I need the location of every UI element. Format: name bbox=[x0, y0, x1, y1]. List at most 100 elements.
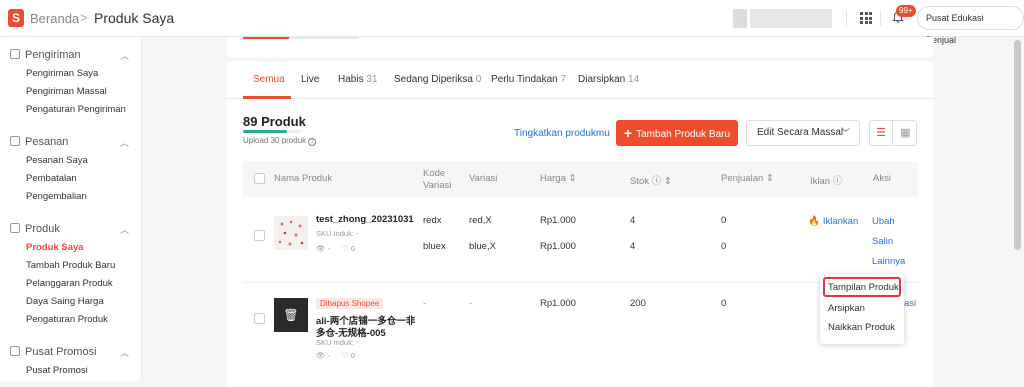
tab-live[interactable]: Live bbox=[301, 74, 319, 85]
chevron-up-icon[interactable]: ︿ bbox=[120, 49, 129, 62]
sort-icon: ⇕ bbox=[663, 176, 672, 187]
notification-badge: 99+ bbox=[896, 5, 916, 17]
chevron-up-icon[interactable]: ︿ bbox=[120, 223, 129, 236]
eye-icon: 👁 bbox=[316, 244, 326, 253]
header-harga[interactable]: Harga ⇕ bbox=[540, 173, 576, 184]
header-penjualan[interactable]: Penjualan ⇕ bbox=[721, 173, 774, 184]
sidebar-item-produk-saya[interactable]: Produk Saya bbox=[26, 242, 84, 253]
copy-link[interactable]: Salin bbox=[872, 236, 893, 247]
sidebar-section-pengiriman[interactable]: Pengiriman bbox=[10, 49, 81, 61]
variant-stock[interactable]: 4 bbox=[630, 215, 635, 226]
header-stok[interactable]: Stok ⓘ ⇕ bbox=[630, 173, 672, 187]
sidebar-item-pengaturan-pengiriman[interactable]: Pengaturan Pengiriman bbox=[26, 104, 126, 115]
seller-education-button[interactable]: Pusat Edukasi Penjual bbox=[917, 6, 1024, 45]
add-product-button[interactable]: + Tambah Produk Baru bbox=[616, 120, 738, 146]
header-nama-produk: Nama Produk bbox=[274, 173, 333, 184]
sidebar-item-pengaturan-produk[interactable]: Pengaturan Produk bbox=[26, 314, 108, 325]
product-thumbnail[interactable] bbox=[274, 216, 308, 250]
menu-item-naikkan-produk[interactable]: Naikkan Produk bbox=[828, 322, 895, 333]
tab-semua[interactable]: Semua bbox=[253, 74, 285, 85]
variant-sales: 0 bbox=[721, 215, 727, 226]
chevron-down-icon: ﹀ bbox=[840, 128, 850, 138]
sidebar-item-pesanan-saya[interactable]: Pesanan Saya bbox=[26, 155, 88, 166]
parent-sku: SKU Induk: - bbox=[316, 229, 359, 238]
product-name[interactable]: test_zhong_20231031 bbox=[316, 214, 414, 225]
trash-icon[interactable]: 🗑 bbox=[274, 298, 308, 332]
help-icon: ⓘ bbox=[651, 176, 662, 187]
views-stat: 👁 - bbox=[316, 244, 331, 253]
chevron-up-icon[interactable]: ︿ bbox=[120, 346, 129, 359]
breadcrumb-separator-icon: > bbox=[80, 10, 88, 25]
more-link[interactable]: Lainnya bbox=[872, 256, 905, 267]
previous-card bbox=[226, 37, 934, 57]
eye-icon: 👁 bbox=[316, 351, 326, 360]
header-variasi: Variasi bbox=[469, 173, 498, 184]
more-actions-menu: Tampilan Produk Arsipkan Naikkan Produk bbox=[820, 274, 904, 344]
apps-grid-icon[interactable] bbox=[860, 12, 872, 24]
row-divider bbox=[243, 282, 918, 283]
header-iklan: Iklan ⓘ bbox=[810, 176, 843, 187]
order-icon bbox=[10, 136, 20, 146]
variant-name: - bbox=[469, 298, 473, 309]
sidebar-item-tambah-produk-baru[interactable]: Tambah Produk Baru bbox=[26, 260, 115, 271]
upload-limit-text: Upload 30 produk? bbox=[243, 136, 317, 146]
chevron-up-icon[interactable]: ︿ bbox=[120, 136, 129, 149]
active-indicator bbox=[243, 37, 289, 39]
status-tabs: Semua Live Habis 31 Sedang Diperiksa 0 P… bbox=[226, 62, 934, 99]
variant-name: red,X bbox=[469, 215, 492, 226]
row-checkbox[interactable] bbox=[254, 230, 265, 241]
upload-progress-fill bbox=[243, 130, 287, 133]
shop-name-blurred[interactable] bbox=[750, 9, 832, 28]
bulk-edit-dropdown[interactable]: Edit Secara Massal ﹀ bbox=[746, 120, 860, 146]
variant-code: redx bbox=[423, 215, 442, 226]
tab-habis[interactable]: Habis 31 bbox=[338, 74, 377, 85]
sidebar-item-pengiriman-saya[interactable]: Pengiriman Saya bbox=[26, 68, 98, 79]
sort-icon: ⇕ bbox=[765, 173, 774, 184]
help-icon[interactable]: ? bbox=[308, 138, 317, 146]
likes-stat: ♡ 0 bbox=[342, 351, 355, 360]
active-tab-indicator bbox=[243, 96, 291, 99]
variant-stock[interactable]: 4 bbox=[630, 241, 635, 252]
tab-diarsipkan[interactable]: Diarsipkan 14 bbox=[578, 74, 639, 85]
divider bbox=[846, 10, 847, 26]
edit-link[interactable]: Ubah bbox=[872, 216, 895, 227]
sidebar-item-pengiriman-massal[interactable]: Pengiriman Massal bbox=[26, 86, 107, 97]
variant-name: blue,X bbox=[469, 241, 496, 252]
divider bbox=[880, 10, 881, 26]
product-name-line2[interactable]: 多仓-无规格-005 bbox=[316, 325, 386, 339]
advertise-link[interactable]: 🔥 Iklankan bbox=[808, 216, 858, 227]
grid-view-icon[interactable]: ▦ bbox=[894, 121, 917, 145]
flame-icon: 🔥 bbox=[808, 216, 820, 227]
variant-code: bluex bbox=[423, 241, 446, 252]
header-aksi: Aksi bbox=[873, 173, 891, 184]
tab-sedang-diperiksa[interactable]: Sedang Diperiksa 0 bbox=[394, 74, 481, 85]
plus-icon: + bbox=[623, 125, 633, 141]
page-title: Produk Saya bbox=[94, 10, 175, 26]
sidebar-item-pembatalan[interactable]: Pembatalan bbox=[26, 173, 77, 184]
scrollbar[interactable] bbox=[1014, 40, 1021, 250]
select-all-checkbox[interactable] bbox=[254, 173, 265, 184]
avatar[interactable] bbox=[733, 9, 747, 28]
sidebar-item-pelanggaran-produk[interactable]: Pelanggaran Produk bbox=[26, 278, 113, 289]
menu-item-arsipkan[interactable]: Arsipkan bbox=[828, 303, 865, 314]
variant-price[interactable]: Rp1.000 bbox=[540, 241, 576, 252]
shopee-logo-icon[interactable]: S bbox=[8, 9, 24, 27]
sidebar-item-pusat-promosi[interactable]: Pusat Promosi bbox=[26, 365, 88, 376]
promote-link-partial[interactable]: asi bbox=[904, 298, 916, 309]
tab-perlu-tindakan[interactable]: Perlu Tindakan 7 bbox=[491, 74, 566, 85]
breadcrumb-home[interactable]: Beranda bbox=[30, 11, 79, 26]
menu-item-tampilan-produk[interactable]: Tampilan Produk bbox=[828, 282, 899, 293]
likes-stat: ♡ 0 bbox=[342, 244, 355, 253]
product-count: 89 Produk bbox=[243, 114, 306, 129]
sidebar-section-pusat-promosi[interactable]: Pusat Promosi bbox=[10, 346, 97, 358]
sidebar-section-produk[interactable]: Produk bbox=[10, 223, 60, 235]
product-stock[interactable]: 200 bbox=[630, 298, 646, 309]
sidebar-item-pengembalian[interactable]: Pengembalian bbox=[26, 191, 87, 202]
variant-price[interactable]: Rp1.000 bbox=[540, 215, 576, 226]
product-price[interactable]: Rp1.000 bbox=[540, 298, 576, 309]
list-view-icon[interactable]: ☰ bbox=[870, 121, 893, 145]
upgrade-products-link[interactable]: Tingkatkan produkmu bbox=[514, 128, 610, 139]
sidebar-item-daya-saing-harga[interactable]: Daya Saing Harga bbox=[26, 296, 104, 307]
row-checkbox[interactable] bbox=[254, 313, 265, 324]
sidebar-section-pesanan[interactable]: Pesanan bbox=[10, 136, 68, 148]
